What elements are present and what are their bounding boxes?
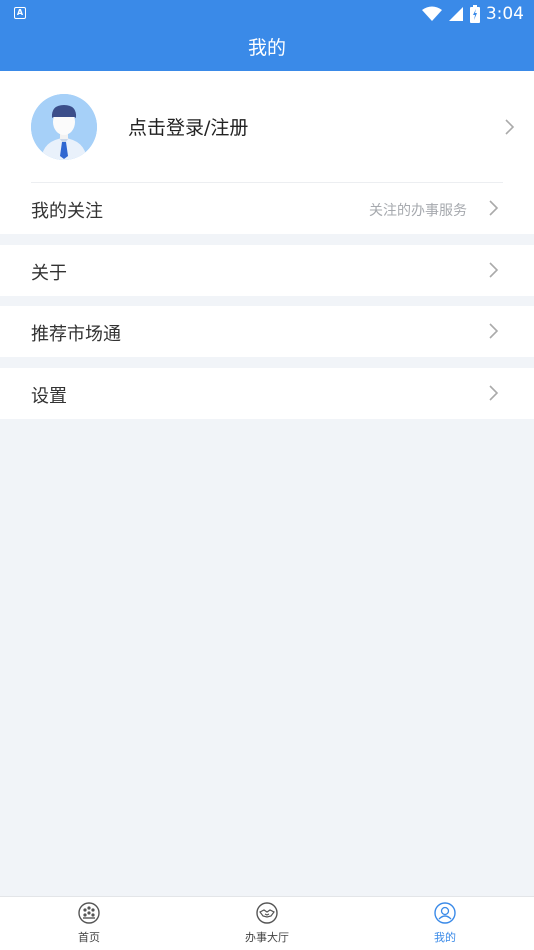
tab-service-hall[interactable]: 办事大厅 (207, 897, 327, 950)
chevron-right-icon (489, 200, 499, 216)
chevron-right-icon (489, 262, 499, 278)
chevron-right-icon (505, 119, 515, 135)
tab-label: 办事大厅 (245, 931, 289, 944)
chevron-right-icon (489, 385, 499, 401)
home-icon (78, 902, 100, 924)
signal-icon (448, 7, 463, 21)
login-register-link[interactable]: 点击登录/注册 (128, 113, 248, 140)
menu-item-subtitle: 关注的办事服务 (369, 203, 467, 219)
chevron-right-icon (489, 323, 499, 339)
menu-item-label: 我的关注 (31, 201, 103, 222)
handshake-icon (256, 902, 278, 924)
user-avatar-icon[interactable] (31, 94, 97, 160)
menu-item-about[interactable]: 关于 (0, 245, 534, 296)
wifi-icon (421, 6, 442, 21)
menu-item-settings[interactable]: 设置 (0, 368, 534, 419)
menu-item-label: 设置 (31, 386, 67, 407)
bottom-tab-bar: 首页 办事大厅 我的 (0, 896, 534, 950)
tab-mine[interactable]: 我的 (385, 897, 505, 950)
clock: 3:04 (485, 4, 524, 24)
profile-login-card[interactable]: 点击登录/注册 (0, 71, 534, 183)
page-title: 我的 (0, 28, 534, 71)
menu-item-my-follow[interactable]: 我的关注 关注的办事服务 (0, 183, 534, 234)
battery-icon (469, 5, 480, 23)
tab-home[interactable]: 首页 (29, 897, 149, 950)
menu-item-label: 推荐市场通 (31, 324, 121, 345)
status-bar: A 3:04 (0, 0, 534, 28)
menu-item-recommend[interactable]: 推荐市场通 (0, 306, 534, 357)
app-notification-icon: A (14, 7, 26, 19)
person-icon (434, 902, 456, 924)
tab-label: 首页 (78, 931, 100, 944)
menu-item-label: 关于 (31, 263, 67, 284)
tab-label: 我的 (434, 931, 456, 944)
